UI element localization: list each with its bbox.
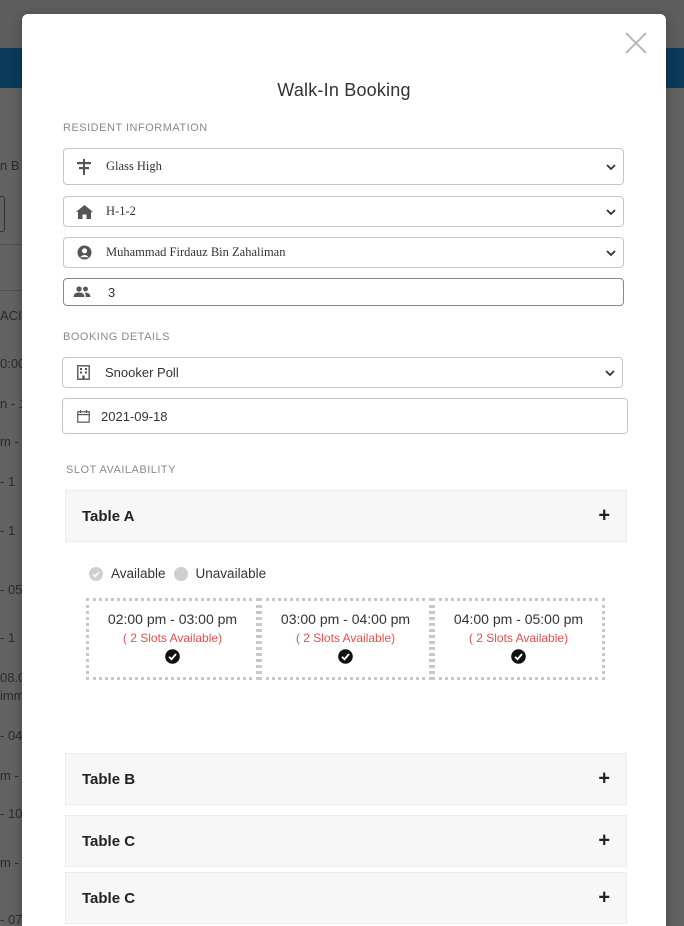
slot-list: 02:00 pm - 03:00 pm ( 2 Slots Available)… <box>86 598 606 680</box>
slot-availability: ( 2 Slots Available) <box>468 631 569 645</box>
legend-unavailable: Unavailable <box>173 566 267 581</box>
user-circle-icon <box>74 243 94 263</box>
accordion-table-c-2[interactable]: Table C + <box>65 872 627 924</box>
plus-icon[interactable]: + <box>598 887 610 910</box>
facility-select[interactable]: Snooker Poll <box>62 357 623 388</box>
guest-count-input[interactable]: 3 <box>63 278 624 306</box>
unit-select[interactable]: H-1-2 <box>63 196 624 227</box>
slot-legend: Available Unavailable <box>89 566 274 581</box>
close-button[interactable] <box>624 31 648 55</box>
background-divider <box>0 244 22 245</box>
walk-in-booking-modal: Walk-In Booking RESIDENT INFORMATION Gla… <box>22 14 666 926</box>
background-text: - 1 <box>0 474 16 489</box>
slot-availability: ( 2 Slots Available) <box>122 631 223 645</box>
background-text: ACIL <box>0 308 24 323</box>
background-divider <box>0 290 22 291</box>
slot-time: 03:00 pm - 04:00 pm <box>280 611 411 627</box>
background-text: imm <box>0 688 24 703</box>
accordion-table-b[interactable]: Table B + <box>65 753 627 805</box>
calendar-icon <box>73 406 93 426</box>
background-text: m - <box>0 855 19 870</box>
check-circle-icon <box>511 649 526 664</box>
accordion-table-a[interactable]: Table A + <box>65 490 627 542</box>
date-value: 2021-09-18 <box>101 408 168 424</box>
check-circle-icon <box>89 566 103 581</box>
background-input <box>0 196 5 232</box>
booking-details-label: BOOKING DETAILS <box>63 331 170 343</box>
slot-time: 02:00 pm - 03:00 pm <box>107 611 238 627</box>
accordion-title: Table B <box>82 770 136 788</box>
unit-value: H-1-2 <box>106 204 136 218</box>
chevron-down-icon <box>606 208 616 215</box>
guest-count-value: 3 <box>108 284 116 300</box>
accordion-title: Table C <box>82 889 136 907</box>
background-text: - 05 <box>0 582 23 597</box>
background-text: n - 1 <box>0 396 24 411</box>
background-text: m - <box>0 768 19 783</box>
chevron-down-icon <box>606 249 616 256</box>
accordion-title: Table C <box>82 832 136 850</box>
slot-time: 04:00 pm - 05:00 pm <box>453 611 584 627</box>
resident-information-label: RESIDENT INFORMATION <box>63 122 208 134</box>
resident-value: Muhammad Firdauz Bin Zahaliman <box>106 245 286 259</box>
building-value: Glass High <box>106 159 162 173</box>
background-text: - 1 <box>0 523 16 538</box>
home-icon <box>74 202 94 222</box>
time-slot[interactable]: 02:00 pm - 03:00 pm ( 2 Slots Available) <box>86 598 259 680</box>
background-text: 08.0 <box>0 670 24 685</box>
background-text: 0:00 <box>0 356 24 371</box>
legend-available: Available <box>89 566 166 581</box>
check-circle-icon <box>165 649 180 664</box>
background-text: - 1 <box>0 630 16 645</box>
building-select[interactable]: Glass High <box>63 148 624 185</box>
resident-select[interactable]: Muhammad Firdauz Bin Zahaliman <box>63 237 624 268</box>
circle-icon <box>173 566 188 581</box>
legend-available-label: Available <box>111 566 166 581</box>
slot-availability: ( 2 Slots Available) <box>295 631 396 645</box>
plus-icon[interactable]: + <box>598 505 610 528</box>
building-icon <box>73 363 93 383</box>
time-slot[interactable]: 03:00 pm - 04:00 pm ( 2 Slots Available) <box>259 598 432 680</box>
background-text: - 07 <box>0 912 23 926</box>
chevron-down-icon <box>606 163 616 170</box>
background-right-column <box>666 88 684 926</box>
background-text: - 04 <box>0 728 23 743</box>
plus-icon[interactable]: + <box>598 768 610 791</box>
slot-availability-label: SLOT AVAILABILITY <box>66 464 176 476</box>
legend-unavailable-label: Unavailable <box>195 566 267 581</box>
accordion-title: Table A <box>82 507 135 525</box>
plus-icon[interactable]: + <box>598 830 610 853</box>
date-input[interactable]: 2021-09-18 <box>62 398 628 434</box>
people-icon <box>72 282 92 302</box>
facility-value: Snooker Poll <box>105 365 179 380</box>
background-text: m - <box>0 434 19 449</box>
modal-title: Walk-In Booking <box>277 80 411 100</box>
background-text: - 10 <box>0 806 23 821</box>
accordion-table-c[interactable]: Table C + <box>65 815 627 867</box>
time-slot[interactable]: 04:00 pm - 05:00 pm ( 2 Slots Available) <box>432 598 605 680</box>
chevron-down-icon <box>605 369 615 376</box>
close-icon[interactable] <box>624 31 648 55</box>
check-circle-icon <box>338 649 353 664</box>
signpost-icon <box>74 157 94 177</box>
background-text: n B <box>0 158 20 173</box>
